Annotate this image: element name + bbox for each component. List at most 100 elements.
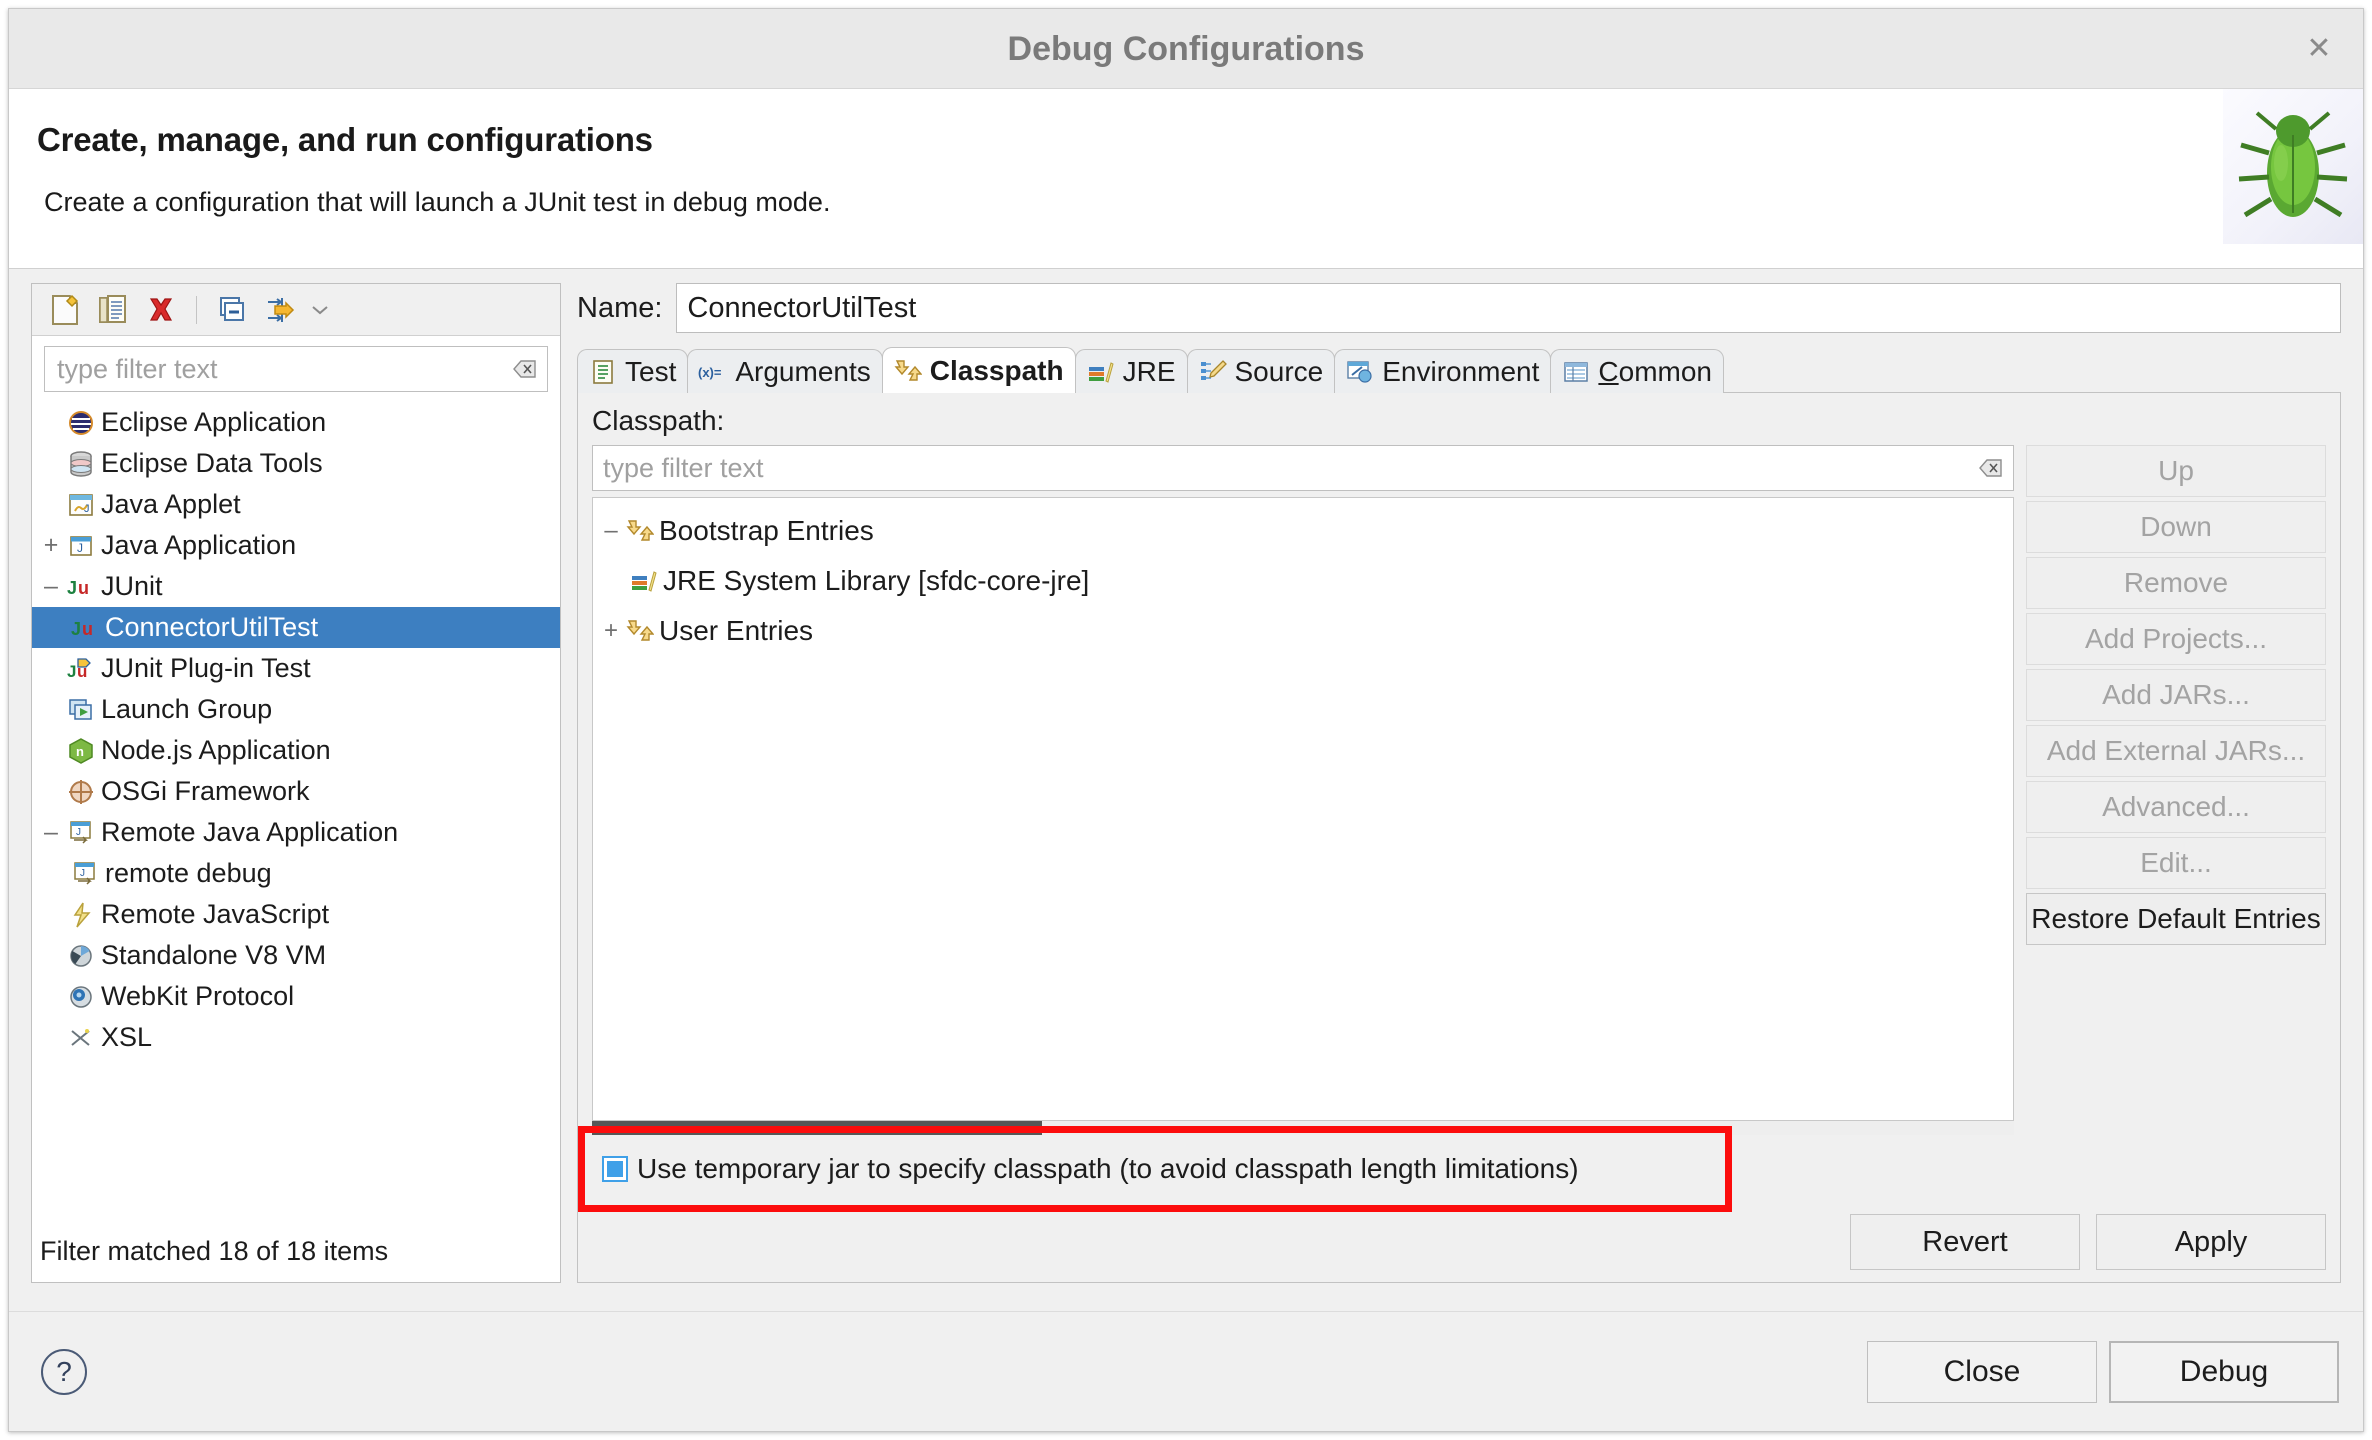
configurations-tree[interactable]: Eclipse Application Eclipse Data Tools J… <box>32 400 560 1220</box>
add-projects-button[interactable]: Add Projects... <box>2026 613 2326 665</box>
expander[interactable]: – <box>599 517 623 545</box>
duplicate-configuration-icon[interactable] <box>92 289 134 331</box>
tree-item-launch-group[interactable]: Launch Group <box>32 689 560 730</box>
tree-item-label: Remote Java Application <box>101 817 399 847</box>
tree-item-java-application[interactable]: + J Java Application <box>32 525 560 566</box>
tree-item-label: remote debug <box>105 858 272 888</box>
tab-label: Arguments <box>735 355 871 387</box>
search-placeholder: type filter text <box>57 353 218 384</box>
tree-item-label: Java Application <box>101 530 297 560</box>
tab-arguments[interactable]: (x)= Arguments <box>687 349 883 393</box>
tree-item-java-applet[interactable]: J Java Applet <box>32 484 560 525</box>
new-configuration-icon[interactable] <box>44 289 86 331</box>
remove-button[interactable]: Remove <box>2026 557 2326 609</box>
junit-icon: J u <box>64 570 98 604</box>
classpath-folder-icon <box>623 615 657 647</box>
webkit-icon <box>64 980 98 1014</box>
debug-configurations-dialog: Debug Configurations ✕ Create, manage, a… <box>8 8 2364 1432</box>
tree-item-remote-debug[interactable]: J remote debug <box>32 853 560 894</box>
tree-item-eclipse-application[interactable]: Eclipse Application <box>32 402 560 443</box>
classpath-tree[interactable]: – Bootstrap Entries JRE System Library [… <box>592 497 2014 1121</box>
classpath-folder-icon <box>623 515 657 547</box>
advanced-button[interactable]: Advanced... <box>2026 781 2326 833</box>
filter-status-text: Filter matched 18 of 18 items <box>32 1220 560 1282</box>
tab-label: JRE <box>1122 355 1176 387</box>
tree-item-junit[interactable]: – J u JUnit <box>32 566 560 607</box>
apply-button[interactable]: Apply <box>2096 1214 2326 1270</box>
tab-common[interactable]: Common <box>1550 349 1725 393</box>
chevron-down-icon[interactable] <box>307 289 333 331</box>
svg-text:u: u <box>78 578 89 598</box>
clear-icon[interactable] <box>1979 458 2003 478</box>
test-icon <box>588 357 618 387</box>
svg-text:J: J <box>71 619 81 639</box>
expander[interactable]: + <box>38 531 64 560</box>
dialog-header: Create, manage, and run configurations C… <box>9 89 2363 269</box>
tab-jre[interactable]: JRE <box>1074 349 1188 393</box>
tree-item-connectorutiltest[interactable]: J u ConnectorUtilTest <box>32 607 560 648</box>
search-input[interactable]: type filter text <box>44 346 548 392</box>
tree-item-remote-javascript[interactable]: Remote JavaScript <box>32 894 560 935</box>
tab-label: Source <box>1234 355 1324 387</box>
tab-test[interactable]: Test <box>577 349 689 393</box>
tree-item-junit-plugin-test[interactable]: J u JUnit Plug-in Test <box>32 648 560 689</box>
classpath-item-user-entries[interactable]: + User Entries <box>599 606 2013 656</box>
tree-item-label: WebKit Protocol <box>101 981 295 1011</box>
help-icon[interactable]: ? <box>41 1348 87 1395</box>
expander[interactable]: – <box>38 572 64 601</box>
tab-label: Test <box>625 355 677 387</box>
add-jars-button[interactable]: Add JARs... <box>2026 669 2326 721</box>
tab-mnemonic: C <box>1598 355 1619 387</box>
svg-text:J: J <box>67 662 76 681</box>
debug-button[interactable]: Debug <box>2109 1340 2339 1403</box>
clear-icon[interactable] <box>513 359 537 379</box>
window-title: Debug Configurations <box>1007 30 1365 68</box>
classpath-label: Classpath: <box>592 405 725 436</box>
page-title: Create, manage, and run configurations <box>37 121 653 158</box>
tab-label: Environment <box>1382 355 1540 387</box>
edit-button[interactable]: Edit... <box>2026 837 2326 889</box>
expander[interactable]: – <box>38 818 64 847</box>
add-external-jars-button[interactable]: Add External JARs... <box>2026 725 2326 777</box>
restore-default-entries-button[interactable]: Restore Default Entries <box>2026 893 2326 945</box>
down-button[interactable]: Down <box>2026 501 2326 553</box>
classpath-item-bootstrap-entries[interactable]: – Bootstrap Entries <box>599 506 2013 556</box>
filter-icon[interactable] <box>259 289 301 331</box>
tree-item-nodejs-application[interactable]: n Node.js Application <box>32 730 560 771</box>
close-button[interactable]: Close <box>1867 1340 2097 1403</box>
close-icon[interactable]: ✕ <box>2299 29 2339 69</box>
delete-configuration-icon[interactable] <box>140 289 182 331</box>
expander[interactable]: + <box>599 617 623 645</box>
tree-item-xsl[interactable]: XSL <box>32 1017 560 1058</box>
remote-javascript-icon <box>64 898 98 932</box>
junit-plugin-icon: J u <box>64 652 98 686</box>
tab-classpath[interactable]: Classpath <box>881 347 1076 393</box>
remote-java-icon: J <box>64 816 98 850</box>
up-button[interactable]: Up <box>2026 445 2326 497</box>
collapse-all-icon[interactable] <box>211 289 253 331</box>
footer-buttons: Close Debug <box>1867 1340 2339 1403</box>
tree-item-osgi-framework[interactable]: OSGi Framework <box>32 771 560 812</box>
database-icon <box>64 447 98 481</box>
svg-text:(x)=: (x)= <box>698 365 722 380</box>
classpath-search-input[interactable]: type filter text <box>592 445 2014 491</box>
configurations-panel: type filter text Eclipse Application Ecl… <box>31 283 561 1283</box>
name-input[interactable]: ConnectorUtilTest <box>676 283 2341 333</box>
tree-item-eclipse-data-tools[interactable]: Eclipse Data Tools <box>32 443 560 484</box>
tree-item-standalone-v8-vm[interactable]: Standalone V8 VM <box>32 935 560 976</box>
tab-source[interactable]: Source <box>1186 349 1336 393</box>
configurations-toolbar <box>32 284 560 336</box>
tab-environment[interactable]: Environment <box>1334 349 1552 393</box>
toolbar-separator <box>196 295 197 324</box>
classpath-horizontal-scrollbar[interactable] <box>592 1121 2014 1135</box>
temp-jar-checkbox-container[interactable]: Use temporary jar to specify classpath (… <box>592 1142 2014 1196</box>
classpath-icon <box>893 356 923 386</box>
scrollbar-thumb[interactable] <box>592 1121 1042 1135</box>
classpath-item-jre-system-library[interactable]: JRE System Library [sfdc-core-jre] <box>599 556 2013 606</box>
tree-item-webkit-protocol[interactable]: WebKit Protocol <box>32 976 560 1017</box>
tree-item-label: Standalone V8 VM <box>101 940 327 970</box>
temp-jar-checkbox[interactable] <box>602 1156 628 1182</box>
tree-item-remote-java-application[interactable]: – J Remote Java Application <box>32 812 560 853</box>
revert-button[interactable]: Revert <box>1850 1214 2080 1270</box>
name-row: Name: ConnectorUtilTest <box>577 283 2341 333</box>
